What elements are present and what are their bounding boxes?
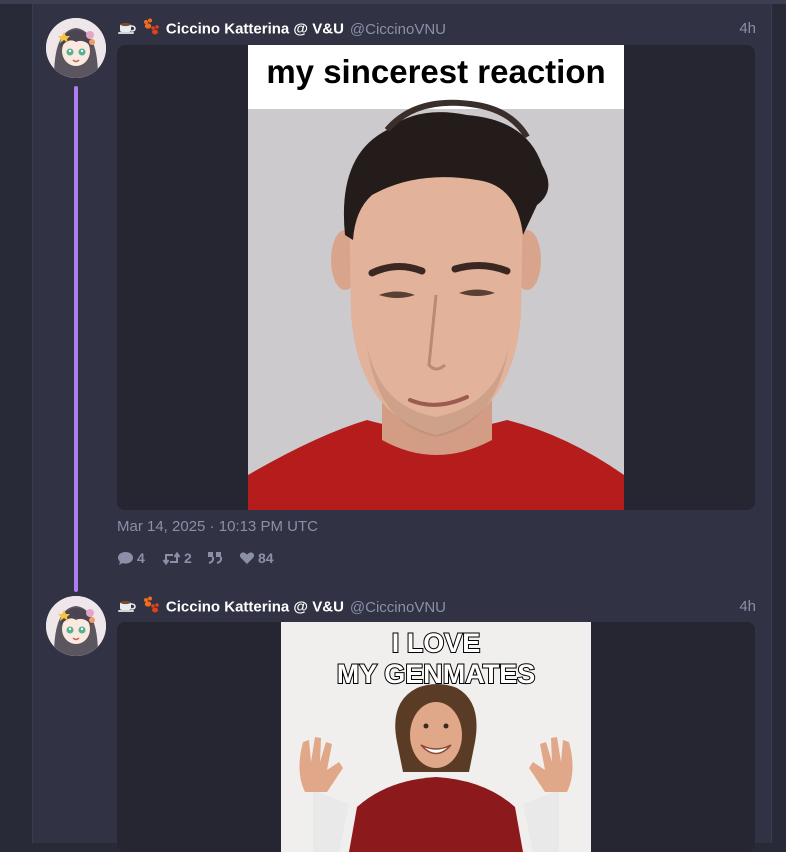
post-header: Ciccino Katterina @ V&U @CiccinoVNU 4h [117,18,756,38]
avatar[interactable] [46,18,106,78]
paws-emoji-icon [141,18,161,41]
avatar-image [46,18,106,78]
image-caption: my sincerest reaction [266,53,605,90]
repost-button[interactable]: 2 [162,550,192,566]
like-count: 84 [258,550,274,566]
quote-icon [208,552,222,564]
image-caption-line1: I LOVE [392,628,481,658]
meme-image[interactable]: my sincerest reaction [117,45,755,510]
coffee-emoji-icon [117,19,137,40]
like-button[interactable]: 84 [239,550,274,566]
post-date[interactable]: Mar 14, 2025 [117,518,205,535]
reply-count: 4 [137,550,145,566]
timeline-column: Ciccino Katterina @ V&U @CiccinoVNU 4h my… [32,4,772,852]
post-time-full[interactable]: 10:13 PM UTC [219,518,318,535]
display-name[interactable]: Ciccino Katterina @ V&U [166,599,344,616]
post-timestamp[interactable]: Mar 14, 2025 · 10:13 PM UTC [117,518,318,535]
repost-count: 2 [184,550,192,566]
reply-button[interactable]: 4 [117,550,145,566]
paws-emoji-icon [141,596,161,619]
heart-icon [239,552,255,564]
post-time[interactable]: 4h [739,20,756,37]
image-caption-line2: MY GENMATES [337,659,536,689]
post[interactable]: Ciccino Katterina @ V&U @CiccinoVNU 4h I… [33,584,771,852]
coffee-emoji-icon [117,597,137,618]
media-attachment[interactable]: I LOVE MY GENMATES [117,622,755,852]
meme-image[interactable]: I LOVE MY GENMATES [117,622,755,852]
meta-separator: · [209,518,219,535]
post-time[interactable]: 4h [739,598,756,615]
display-name[interactable]: Ciccino Katterina @ V&U [166,21,344,38]
quote-button[interactable] [207,550,223,564]
avatar[interactable] [46,596,106,656]
post-actions: 4 2 84 [117,550,317,568]
avatar-image [46,596,106,656]
thread-line [74,86,78,592]
post[interactable]: Ciccino Katterina @ V&U @CiccinoVNU 4h my… [33,4,771,592]
user-handle[interactable]: @CiccinoVNU [350,21,446,38]
media-attachment[interactable]: my sincerest reaction [117,45,755,510]
post-header: Ciccino Katterina @ V&U @CiccinoVNU 4h [117,596,756,616]
user-handle[interactable]: @CiccinoVNU [350,599,446,616]
reply-icon [118,551,133,565]
repost-icon [162,551,181,565]
